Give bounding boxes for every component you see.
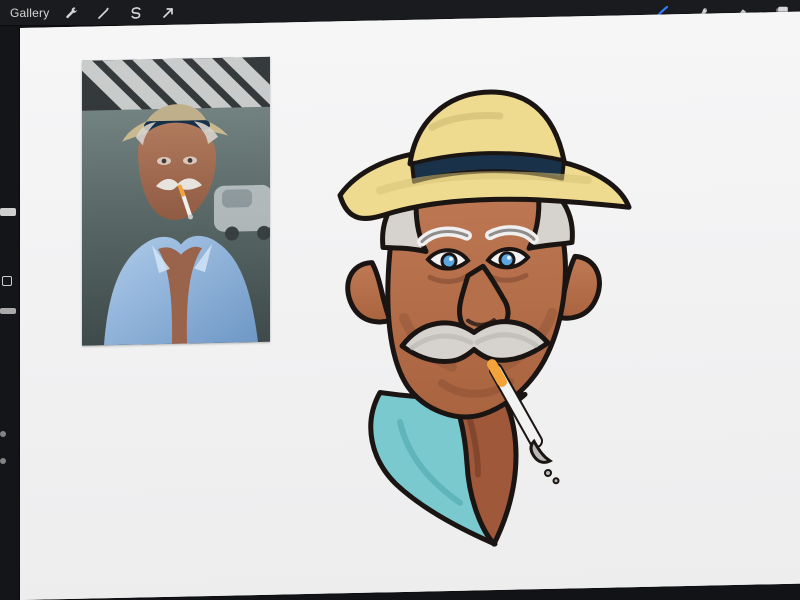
cartoon-illustration <box>320 67 640 574</box>
procreate-app: Gallery <box>0 0 800 600</box>
undo-icon[interactable] <box>0 431 6 437</box>
opacity-slider-handle[interactable] <box>0 308 16 314</box>
wrench-icon[interactable] <box>63 4 81 22</box>
redo-icon[interactable] <box>0 458 6 464</box>
brush-size-slider-handle[interactable] <box>0 208 16 216</box>
selection-icon[interactable] <box>127 4 145 22</box>
transform-arrow-icon[interactable] <box>159 4 177 22</box>
drawing-canvas[interactable] <box>20 11 800 600</box>
toolbar-left-group: Gallery <box>10 0 177 26</box>
modify-button-icon[interactable] <box>2 276 12 286</box>
reference-photo <box>82 56 270 346</box>
left-sidebar <box>0 26 18 600</box>
magic-wand-icon[interactable] <box>95 4 113 22</box>
gallery-button[interactable]: Gallery <box>10 6 49 20</box>
